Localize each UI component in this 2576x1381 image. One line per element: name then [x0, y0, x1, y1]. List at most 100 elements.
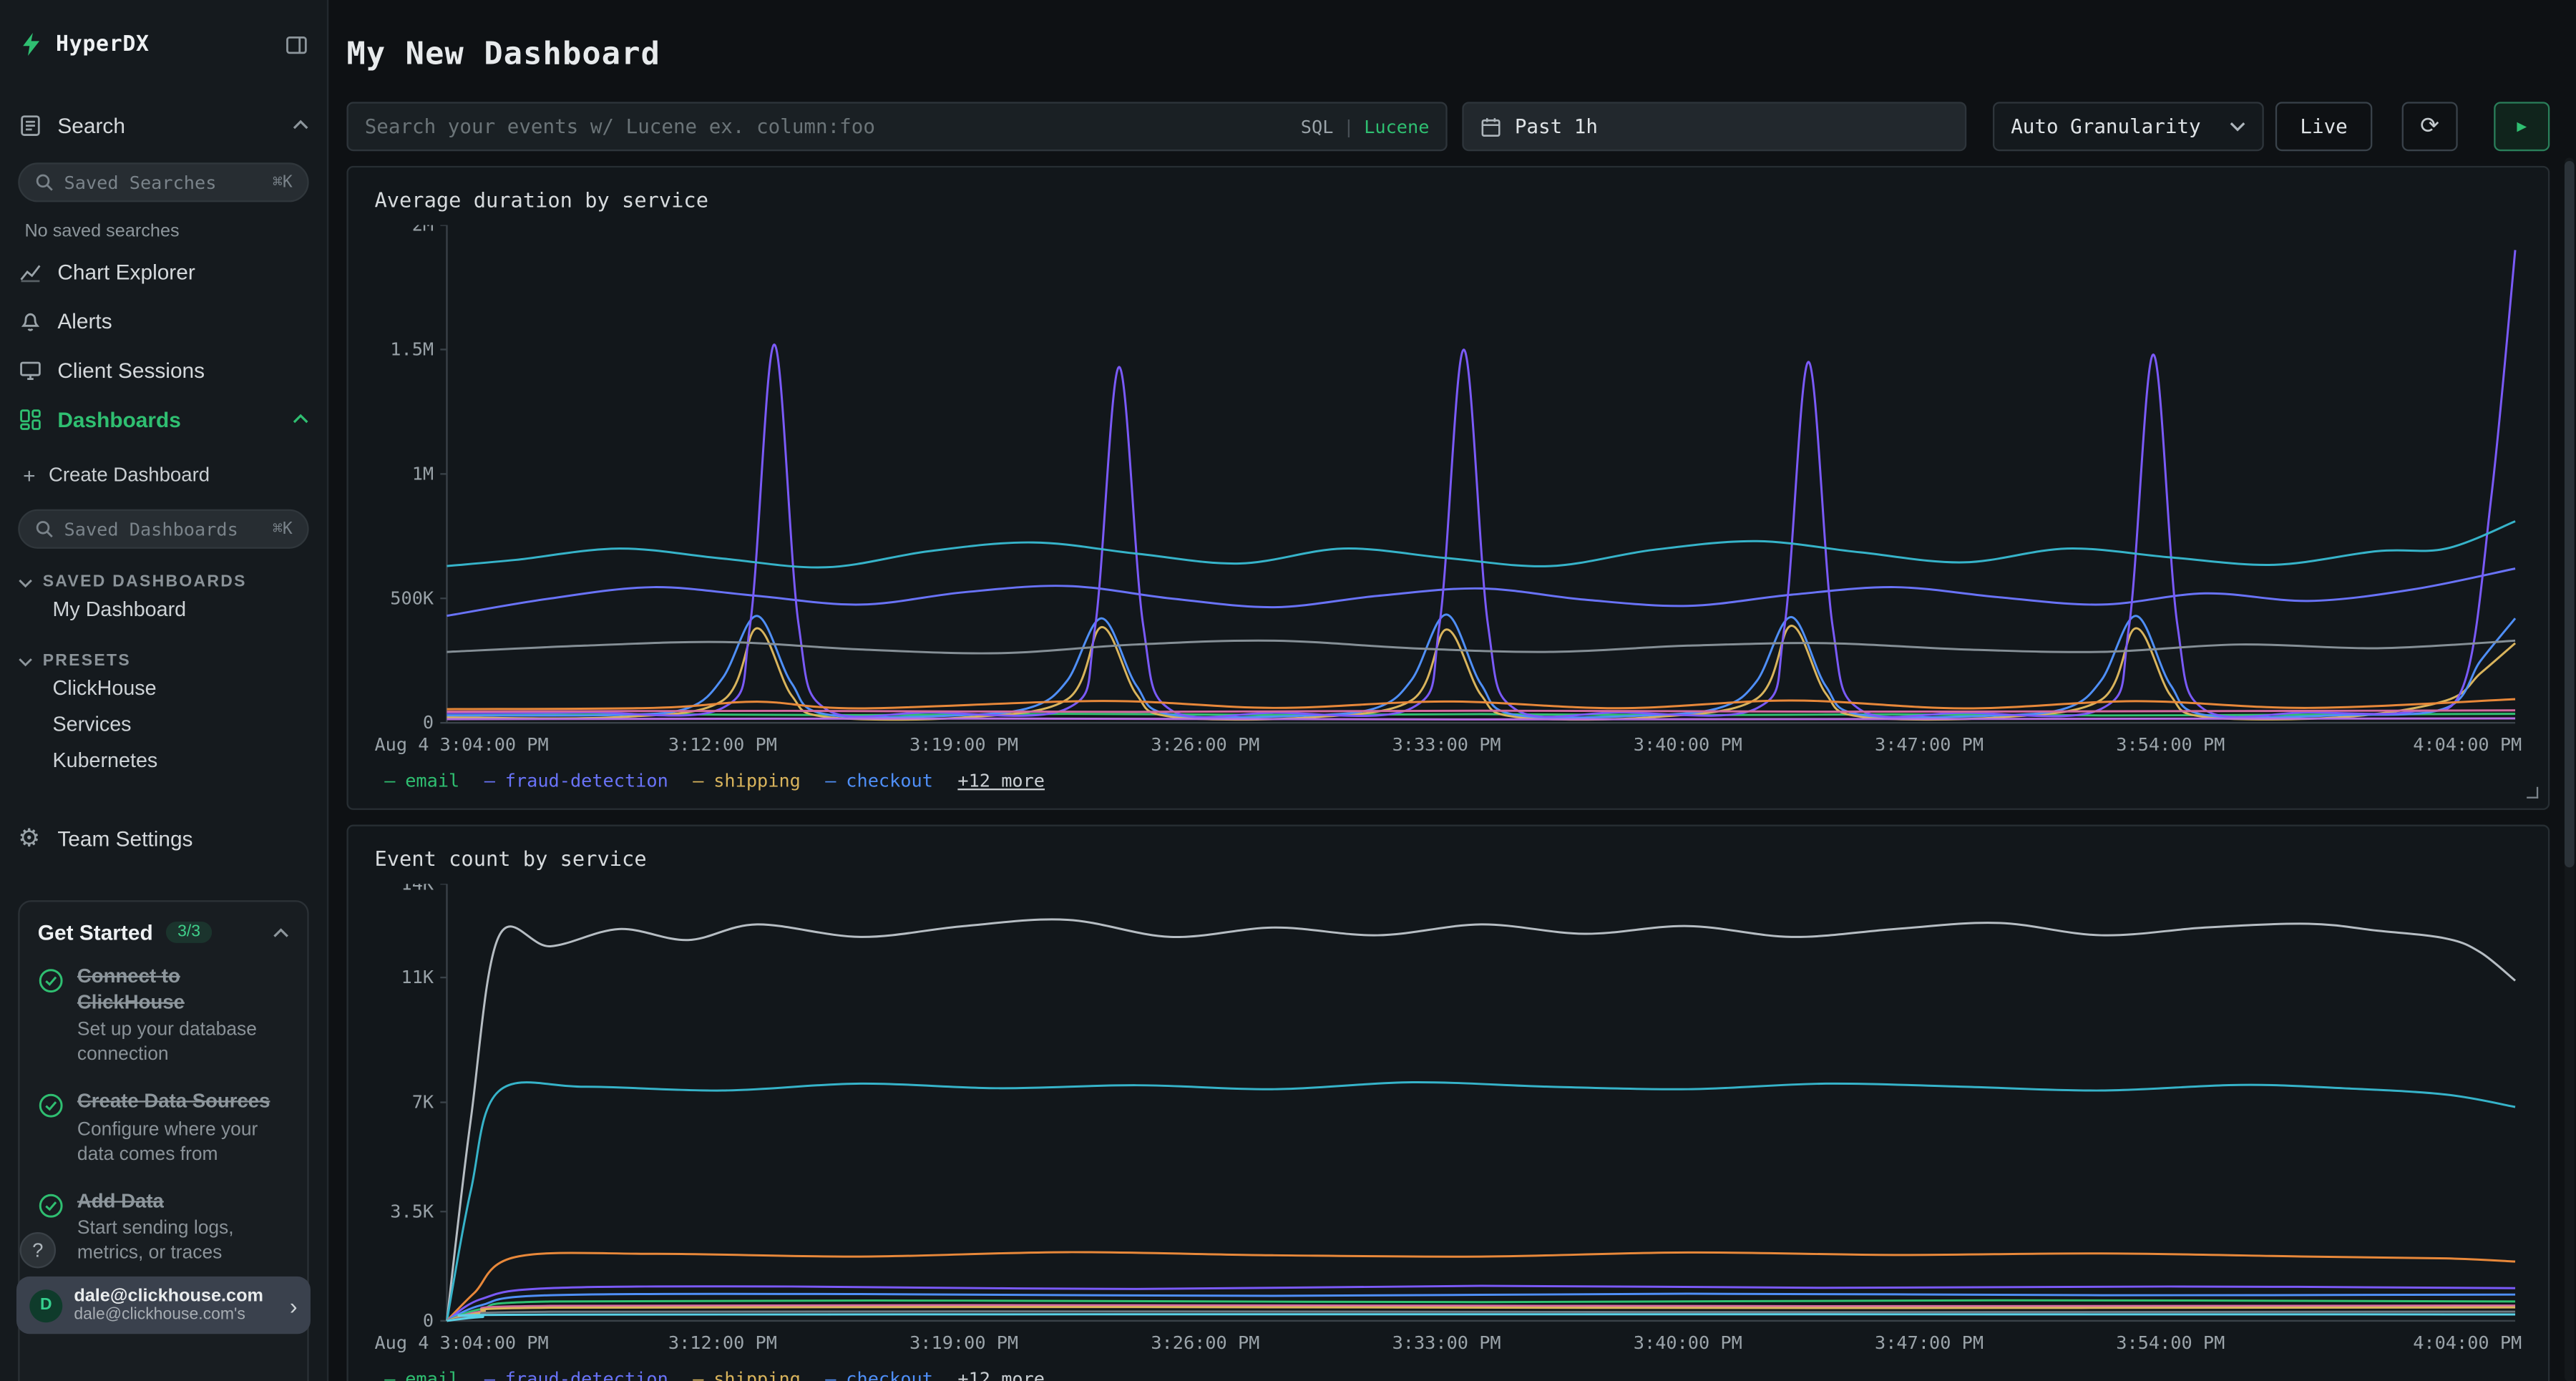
sidebar-item-my-dashboard[interactable]: My Dashboard [18, 592, 308, 628]
saved-searches-search[interactable]: ⌘K [18, 162, 308, 202]
legend-dash-icon: — [384, 771, 395, 792]
legend-item-shipping[interactable]: —shipping [693, 1369, 801, 1381]
shortcut-hint: ⌘K [273, 520, 293, 538]
legend-label: checkout [846, 1369, 933, 1381]
chart-panel-event-count: Event count by service 03.5K7K11K14KAug … [346, 825, 2550, 1381]
y-tick-label: 3.5K [390, 1201, 434, 1221]
vertical-scrollbar-thumb[interactable] [2565, 161, 2575, 867]
series-line-other-6[interactable] [447, 1312, 2515, 1321]
get-started-title: Get Started [38, 920, 153, 945]
vertical-scrollbar-track[interactable] [2565, 157, 2575, 1381]
y-tick-label: 500K [390, 587, 434, 608]
series-line-other-4[interactable] [447, 699, 2515, 709]
legend-more[interactable]: +12 more [957, 1369, 1045, 1381]
series-line-other-4[interactable] [447, 1286, 2515, 1321]
sidebar-item-search[interactable]: Search [18, 102, 308, 147]
search-icon [34, 519, 54, 540]
sidebar-item-label: Search [57, 112, 292, 137]
sidebar-item-chart-explorer[interactable]: Chart Explorer [18, 248, 308, 294]
panel-resize-handle[interactable] [2527, 787, 2538, 799]
lucene-toggle[interactable]: Lucene [1364, 116, 1429, 137]
chart-legend: —email —fraud-detection —shipping —checkout… [374, 1369, 2522, 1381]
brand-row: HyperDX [18, 23, 308, 66]
plus-icon: + [23, 462, 35, 487]
chart-icon [18, 259, 42, 283]
series-line-other-6[interactable] [447, 718, 2515, 719]
y-tick-label: 0 [423, 712, 434, 733]
get-started-step-sources[interactable]: Create Data Sources Configure where your… [38, 1089, 289, 1167]
chevron-up-icon[interactable] [293, 414, 309, 424]
chart-svg[interactable]: 0500K1M1.5M2MAug 4 3:04:00 PM3:12:00 PM3… [374, 225, 2524, 763]
legend-item-checkout[interactable]: —checkout [825, 1369, 933, 1381]
legend-dash-icon: — [693, 771, 703, 792]
chevron-up-icon[interactable] [273, 927, 289, 937]
legend-item-fraud-detection[interactable]: —fraud-detection [484, 771, 668, 792]
y-tick-label: 11K [401, 967, 434, 987]
get-started-step-connect[interactable]: Connect to ClickHouse Set up your databa… [38, 965, 289, 1068]
chevron-down-icon [18, 656, 33, 666]
legend-item-email[interactable]: —email [384, 1369, 459, 1381]
sidebar-item-label: Alerts [57, 308, 308, 332]
sidebar-collapse-icon[interactable] [284, 32, 308, 57]
legend-label: email [405, 1369, 459, 1381]
user-org: dale@clickhouse.com's [74, 1306, 290, 1324]
granularity-select[interactable]: Auto Granularity [1993, 102, 2264, 151]
chevron-up-icon[interactable] [293, 120, 309, 130]
event-search-box[interactable]: SQL | Lucene [346, 102, 1447, 151]
series-line-other-3[interactable] [447, 640, 2515, 653]
sidebar-item-alerts[interactable]: Alerts [18, 298, 308, 343]
time-range-picker[interactable]: Past 1h [1462, 102, 1966, 151]
monitor-icon [18, 357, 42, 381]
x-tick-label: 3:40:00 PM [1634, 734, 1742, 755]
get-started-step-add-data[interactable]: Add Data Start sending logs, metrics, or… [38, 1189, 289, 1267]
create-dashboard-button[interactable]: + Create Dashboard [18, 455, 308, 494]
granularity-value: Auto Granularity [2011, 115, 2229, 138]
saved-dashboards-search[interactable]: ⌘K [18, 509, 308, 549]
chart-legend: —email —fraud-detection —shipping —checkout… [374, 771, 2522, 792]
section-header-label: PRESETS [43, 652, 131, 670]
sidebar-item-team-settings[interactable]: ⚙ Team Settings [18, 815, 308, 861]
live-button[interactable]: Live [2275, 102, 2372, 151]
event-search-input[interactable] [365, 115, 1301, 138]
sidebar-item-dashboards[interactable]: Dashboards [18, 396, 308, 441]
legend-item-email[interactable]: —email [384, 771, 459, 792]
user-menu[interactable]: D dale@clickhouse.com dale@clickhouse.co… [16, 1277, 311, 1334]
series-line-other-7[interactable] [447, 1314, 2515, 1321]
series-line-other-1[interactable] [447, 919, 2515, 1321]
step-title: Connect to ClickHouse [77, 965, 289, 1016]
dashboard-toolbar: SQL | Lucene Past 1h Auto Granularity Li… [346, 102, 2550, 151]
series-line-shipping[interactable] [447, 626, 2515, 720]
sql-toggle[interactable]: SQL [1301, 116, 1334, 137]
chevron-down-icon [18, 577, 33, 587]
presets-section-header[interactable]: PRESETS [18, 652, 308, 670]
y-tick-label: 14K [401, 884, 434, 894]
run-query-button[interactable]: ▶ [2494, 102, 2550, 151]
chart-svg[interactable]: 03.5K7K11K14KAug 4 3:04:00 PM3:12:00 PM3… [374, 884, 2524, 1360]
help-button[interactable]: ? [20, 1232, 57, 1269]
chart-title: Average duration by service [374, 187, 2522, 212]
x-tick-label: Aug 4 3:04:00 PM [374, 1332, 548, 1353]
play-icon: ▶ [2517, 117, 2527, 135]
sidebar-item-preset-clickhouse[interactable]: ClickHouse [18, 670, 308, 707]
x-tick-label: 3:26:00 PM [1151, 734, 1259, 755]
sidebar-item-preset-kubernetes[interactable]: Kubernetes [18, 743, 308, 779]
sidebar-item-client-sessions[interactable]: Client Sessions [18, 346, 308, 392]
legend-item-fraud-detection[interactable]: —fraud-detection [484, 1369, 668, 1381]
legend-more[interactable]: +12 more [957, 771, 1045, 792]
duration-chart[interactable]: 0500K1M1.5M2MAug 4 3:04:00 PM3:12:00 PM3… [374, 225, 2522, 763]
legend-label: fraud-detection [505, 1369, 668, 1381]
sidebar-item-preset-services[interactable]: Services [18, 706, 308, 743]
legend-item-shipping[interactable]: —shipping [693, 771, 801, 792]
no-saved-searches-text: No saved searches [24, 222, 308, 242]
event-count-chart[interactable]: 03.5K7K11K14KAug 4 3:04:00 PM3:12:00 PM3… [374, 884, 2522, 1360]
series-line-other-5[interactable] [447, 711, 2515, 712]
series-line-other-1[interactable] [447, 250, 2515, 717]
saved-dashboards-section-header[interactable]: SAVED DASHBOARDS [18, 573, 308, 591]
saved-searches-input[interactable] [64, 172, 273, 193]
chevron-right-icon: › [290, 1292, 298, 1319]
series-line-fraud-detection[interactable] [447, 569, 2515, 616]
saved-dashboards-input[interactable] [64, 518, 273, 540]
refresh-button[interactable]: ⟳ [2402, 102, 2458, 151]
get-started-header[interactable]: Get Started 3/3 [38, 920, 289, 945]
legend-item-checkout[interactable]: —checkout [825, 771, 933, 792]
